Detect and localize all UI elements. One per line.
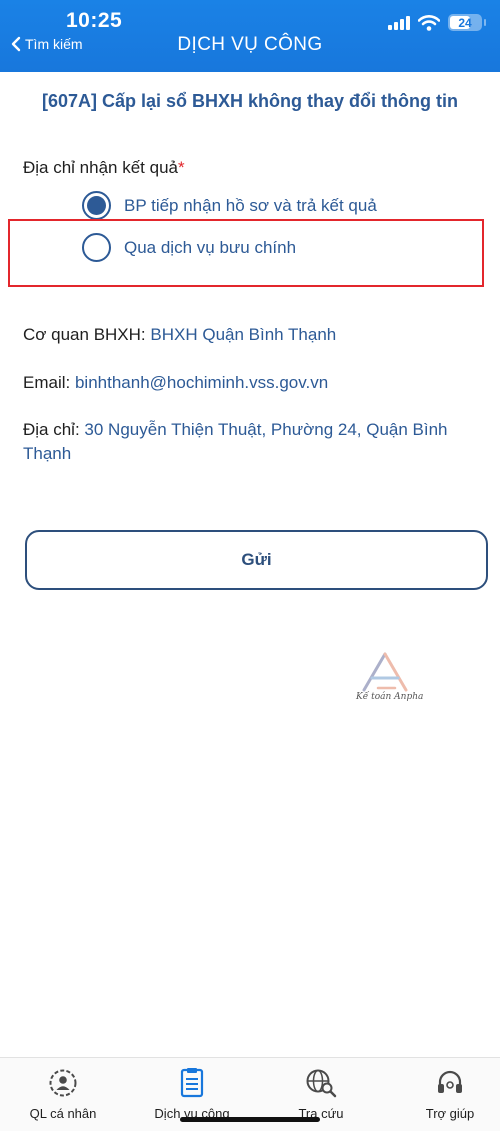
address-value: 30 Nguyễn Thiện Thuật, Phường 24, Quận B… [23, 420, 448, 463]
result-address-label-text: Địa chỉ nhận kết quả [23, 158, 178, 177]
agency-line: Cơ quan BHXH: BHXH Quận Bình Thạnh [23, 323, 483, 347]
radio-option-office[interactable]: BP tiếp nhận hồ sơ và trả kết quả [82, 191, 377, 220]
wifi-icon [418, 14, 440, 31]
agency-value: BHXH Quận Bình Thạnh [150, 325, 337, 344]
status-time: 10:25 [66, 9, 123, 32]
tab-label-personal: QL cá nhân [29, 1106, 97, 1121]
radio-option-postal[interactable]: Qua dịch vụ bưu chính [82, 233, 296, 262]
radio-button-unselected[interactable] [82, 233, 111, 262]
document-icon [180, 1068, 204, 1098]
tab-personal[interactable]: QL cá nhân [8, 1068, 118, 1121]
tab-label-help: Trợ giúp [425, 1106, 475, 1121]
headset-icon [438, 1070, 462, 1093]
battery-icon: 24 [448, 14, 486, 31]
agency-label: Cơ quan BHXH: [23, 325, 146, 344]
address-line: Địa chỉ: 30 Nguyễn Thiện Thuật, Phường 2… [23, 418, 483, 466]
email-label: Email: [23, 373, 71, 392]
required-mark: * [178, 158, 185, 177]
status-icons: 24 [388, 14, 486, 31]
radio-button-selected[interactable] [82, 191, 111, 220]
email-value: binhthanh@hochiminh.vss.gov.vn [74, 373, 329, 392]
home-indicator [180, 1117, 320, 1122]
email-line: Email: binhthanh@hochiminh.vss.gov.vn [23, 371, 483, 395]
cellular-signal-icon [388, 15, 410, 30]
watermark-text: Kế toán Anpha [356, 692, 424, 702]
app-header: 10:25 Tìm kiếm 24 DỊCH VỤ CÔNG [0, 0, 500, 72]
tab-help[interactable]: Trợ giúp [395, 1068, 500, 1121]
page-title: DỊCH VỤ CÔNG [177, 34, 323, 55]
battery-level: 24 [458, 15, 472, 30]
submit-button[interactable]: Gửi [25, 530, 488, 590]
radio-label-office: BP tiếp nhận hồ sơ và trả kết quả [124, 195, 377, 215]
radio-label-postal: Qua dịch vụ bưu chính [124, 237, 297, 257]
globe-search-icon [306, 1069, 337, 1098]
tab-public-service[interactable]: Dịch vụ công [137, 1068, 247, 1121]
procedure-title: [607A] Cấp lại sổ BHXH không thay đổi th… [41, 91, 458, 111]
person-gear-icon [49, 1069, 77, 1097]
address-label: Địa chỉ: [23, 420, 80, 439]
tab-lookup[interactable]: Tra cứu [266, 1068, 376, 1121]
result-address-label: Địa chỉ nhận kết quả* [23, 158, 185, 178]
radio-dot [87, 196, 106, 215]
